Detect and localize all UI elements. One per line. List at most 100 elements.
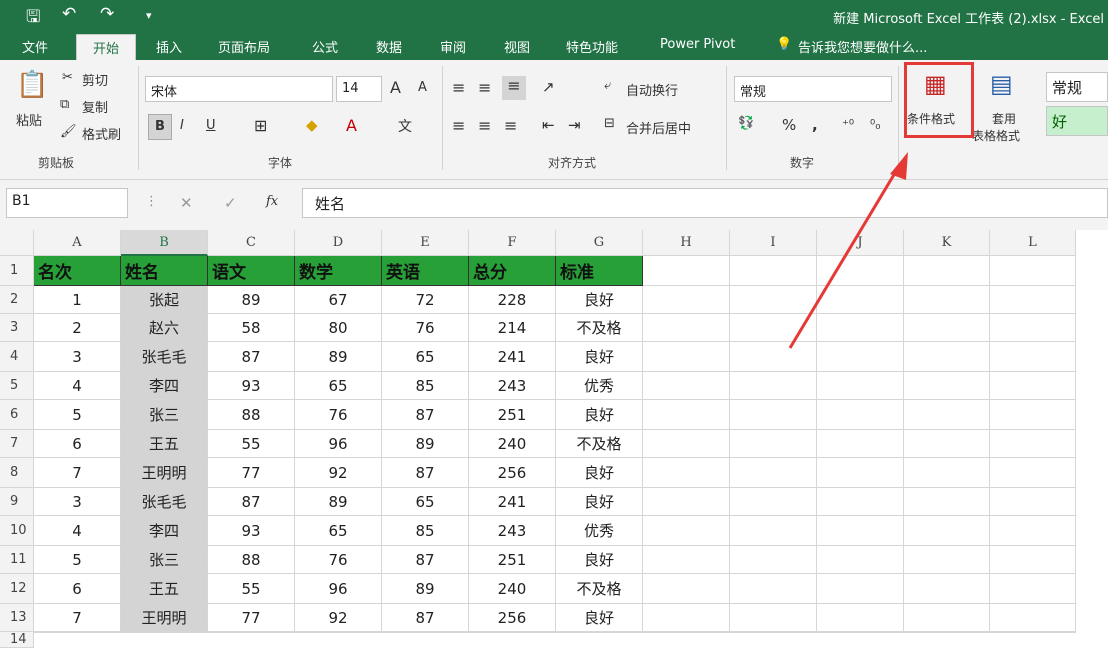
copy-button[interactable]: 复制 [82, 97, 108, 116]
cell[interactable]: 张毛毛 [121, 342, 208, 372]
cell[interactable]: 87 [382, 604, 469, 632]
table-header-cell[interactable]: 语文 [208, 256, 295, 286]
increase-decimal-icon[interactable]: ⁺⁰ [842, 118, 854, 133]
cell[interactable] [730, 546, 817, 574]
cell[interactable]: 良好 [556, 400, 643, 430]
cell[interactable] [643, 516, 730, 546]
cell[interactable]: 77 [208, 458, 295, 488]
font-size-select[interactable]: 14 [336, 76, 382, 102]
cell[interactable] [730, 400, 817, 430]
wrap-text-icon[interactable]: ⤶ [604, 78, 611, 93]
cell[interactable] [990, 372, 1076, 400]
cell[interactable] [643, 546, 730, 574]
cell[interactable]: 256 [469, 458, 556, 488]
row-header-14[interactable]: 14 [0, 632, 34, 648]
cell[interactable]: 55 [208, 574, 295, 604]
cell[interactable] [817, 632, 904, 633]
tab-view[interactable]: 视图 [504, 37, 530, 56]
cell[interactable] [208, 632, 295, 633]
column-header-a[interactable]: A [34, 230, 121, 256]
table-header-cell[interactable]: 总分 [469, 256, 556, 286]
cell[interactable]: 65 [382, 342, 469, 372]
paste-icon[interactable]: 📋 [16, 70, 48, 100]
cell[interactable]: 76 [295, 400, 382, 430]
row-header-5[interactable]: 5 [0, 372, 34, 400]
cell[interactable]: 65 [382, 488, 469, 516]
cell[interactable]: 王明明 [121, 604, 208, 632]
cell[interactable]: 87 [382, 458, 469, 488]
cell[interactable]: 87 [382, 400, 469, 430]
cell[interactable]: 87 [208, 488, 295, 516]
border-icon[interactable]: ⊞ [254, 116, 267, 135]
cell[interactable]: 赵六 [121, 314, 208, 342]
cell[interactable]: 243 [469, 516, 556, 546]
cell[interactable] [904, 430, 990, 458]
cell[interactable]: 87 [208, 342, 295, 372]
cell[interactable] [817, 516, 904, 546]
cell[interactable] [817, 400, 904, 430]
cell[interactable]: 李四 [121, 372, 208, 400]
cell[interactable]: 92 [295, 604, 382, 632]
column-header-g[interactable]: G [556, 230, 643, 256]
cell[interactable]: 85 [382, 372, 469, 400]
cell[interactable]: 240 [469, 430, 556, 458]
cell[interactable]: 256 [469, 604, 556, 632]
cell[interactable]: 7 [34, 458, 121, 488]
cell[interactable] [730, 430, 817, 458]
cell[interactable]: 241 [469, 342, 556, 372]
cell[interactable]: 96 [295, 430, 382, 458]
cell[interactable] [730, 604, 817, 632]
undo-icon[interactable]: ↶ [62, 4, 76, 24]
cell[interactable] [643, 458, 730, 488]
cell[interactable] [990, 400, 1076, 430]
comma-button[interactable]: , [812, 116, 818, 134]
cell[interactable]: 65 [295, 516, 382, 546]
cell[interactable] [904, 604, 990, 632]
tab-home[interactable]: 开始 [76, 34, 137, 60]
cell[interactable]: 80 [295, 314, 382, 342]
cell[interactable] [990, 430, 1076, 458]
cell[interactable]: 良好 [556, 546, 643, 574]
row-header-3[interactable]: 3 [0, 314, 34, 342]
cell[interactable] [990, 604, 1076, 632]
cell[interactable] [643, 342, 730, 372]
increase-indent-icon[interactable]: ⇥ [568, 116, 581, 134]
cell[interactable] [730, 488, 817, 516]
cell[interactable] [469, 632, 556, 633]
cell[interactable]: 241 [469, 488, 556, 516]
cell[interactable]: 243 [469, 372, 556, 400]
row-header-10[interactable]: 10 [0, 516, 34, 546]
row-header-7[interactable]: 7 [0, 430, 34, 458]
select-all-corner[interactable] [0, 230, 34, 256]
italic-button[interactable]: I [180, 118, 184, 133]
column-header-f[interactable]: F [469, 230, 556, 256]
column-header-d[interactable]: D [295, 230, 382, 256]
cell[interactable] [990, 314, 1076, 342]
cell[interactable]: 良好 [556, 342, 643, 372]
cell[interactable] [643, 400, 730, 430]
cell[interactable]: 不及格 [556, 574, 643, 604]
cell[interactable] [34, 632, 121, 633]
cell[interactable] [730, 632, 817, 633]
cell[interactable]: 1 [34, 286, 121, 314]
row-header-2[interactable]: 2 [0, 286, 34, 314]
font-name-select[interactable]: 宋体 [145, 76, 333, 102]
cell[interactable]: 张起 [121, 286, 208, 314]
formula-input[interactable]: 姓名 [302, 188, 1108, 218]
underline-button[interactable]: U [206, 118, 216, 133]
cell[interactable] [643, 488, 730, 516]
cell[interactable] [643, 632, 730, 633]
table-format-icon[interactable]: ▤ [990, 70, 1013, 98]
align-bottom-icon[interactable]: ≡ [502, 76, 526, 100]
column-header-b[interactable]: B [121, 230, 208, 256]
cell[interactable] [904, 546, 990, 574]
table-header-cell[interactable]: 姓名 [121, 256, 208, 286]
cell[interactable]: 优秀 [556, 372, 643, 400]
phonetic-icon[interactable]: 文 [398, 116, 412, 136]
cell[interactable] [990, 458, 1076, 488]
cell[interactable] [990, 546, 1076, 574]
cell[interactable]: 240 [469, 574, 556, 604]
enter-icon[interactable]: ✓ [224, 194, 237, 212]
cell[interactable] [904, 400, 990, 430]
cell[interactable]: 89 [382, 574, 469, 604]
